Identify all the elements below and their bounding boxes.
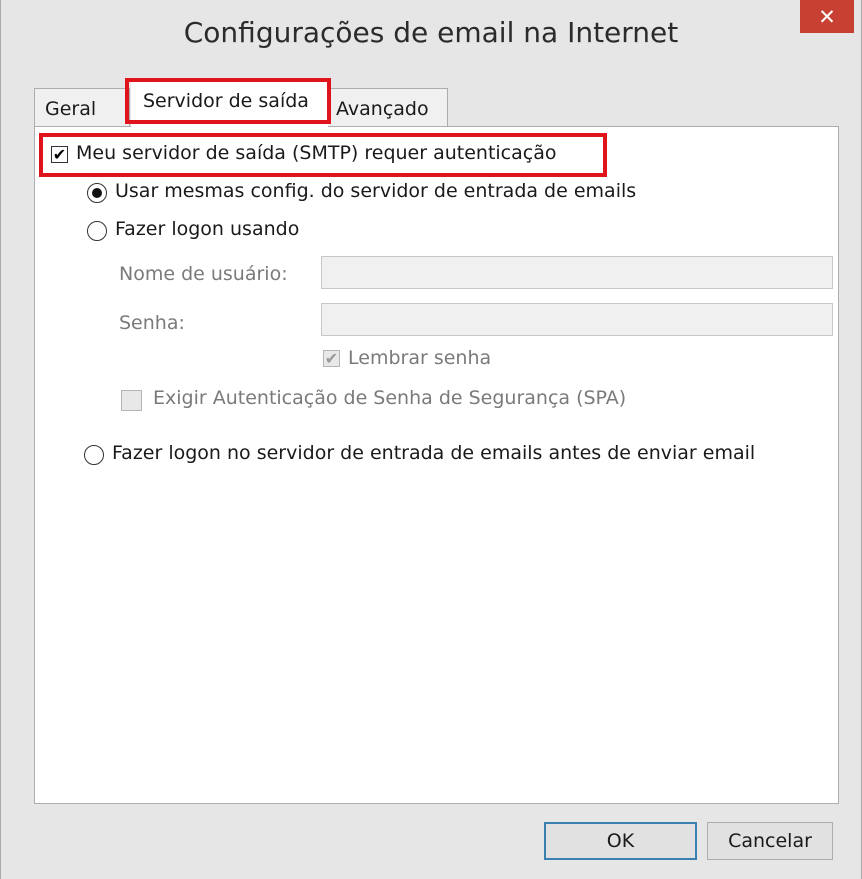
cancel-button[interactable]: Cancelar [707, 822, 833, 860]
require-auth-checkbox[interactable]: ✔ [51, 146, 68, 163]
password-label: Senha: [119, 312, 185, 334]
tab-geral[interactable]: Geral [34, 88, 130, 126]
spa-label: Exigir Autenticação de Senha de Seguranç… [153, 387, 627, 409]
highlight-box-tab [125, 78, 331, 124]
use-same-settings-label: Usar mesmas config. do servidor de entra… [115, 180, 637, 202]
logon-incoming-radio[interactable] [84, 445, 104, 465]
use-same-settings-radio[interactable] [87, 183, 107, 203]
username-field[interactable] [321, 256, 833, 289]
radio-dot-icon [92, 188, 102, 198]
checkmark-icon: ✔ [324, 348, 339, 368]
tab-avancado[interactable]: Avançado [325, 88, 448, 126]
password-field[interactable] [321, 303, 833, 336]
remember-password-checkbox[interactable]: ✔ [323, 350, 340, 367]
username-label: Nome de usuário: [119, 263, 288, 285]
close-button[interactable]: ✕ [800, 0, 854, 33]
title-bar: Configurações de email na Internet ✕ [1, 0, 861, 77]
ok-button[interactable]: OK [544, 822, 697, 860]
spa-checkbox[interactable] [121, 390, 142, 411]
close-icon: ✕ [818, 4, 836, 29]
require-auth-label: Meu servidor de saída (SMTP) requer aute… [76, 142, 557, 164]
logon-using-label: Fazer logon usando [115, 218, 300, 240]
tab-geral-label: Geral [45, 98, 97, 120]
dialog-window: Configurações de email na Internet ✕ Ger… [0, 0, 862, 879]
logon-incoming-label: Fazer logon no servidor de entrada de em… [112, 442, 756, 464]
remember-password-label: Lembrar senha [348, 347, 492, 369]
logon-using-radio[interactable] [87, 221, 107, 241]
checkmark-icon: ✔ [52, 144, 67, 164]
tab-avancado-label: Avançado [336, 98, 429, 120]
window-title: Configurações de email na Internet [183, 16, 679, 49]
